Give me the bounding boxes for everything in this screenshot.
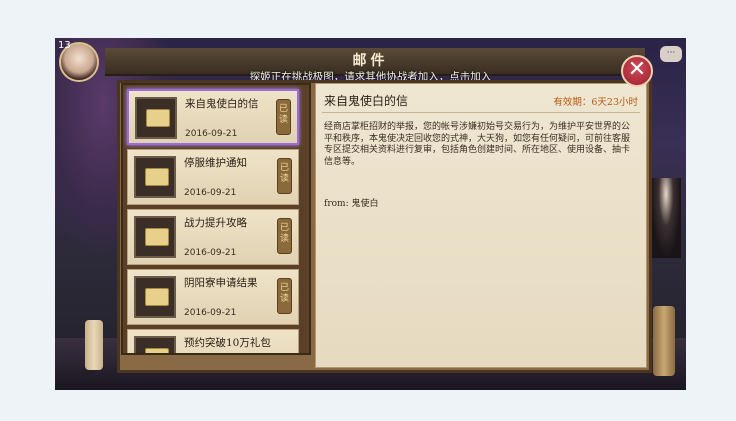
mail-sender: from: 鬼使白 (324, 199, 379, 209)
mail-list[interactable]: 来自鬼使白的信 2016-09-21 已读 停服维护通知 2016-09-21 … (121, 83, 311, 355)
mail-item-date: 2016-09-21 (184, 308, 237, 318)
envelope-icon (134, 336, 176, 353)
window-title: 邮件 (352, 53, 389, 69)
envelope-icon (134, 156, 176, 198)
read-status-badge: 已读 (277, 278, 292, 314)
read-status-badge: 已读 (277, 158, 292, 194)
scroll-decoration-left (85, 320, 103, 370)
scroll-decoration-right (653, 306, 675, 376)
mail-detail-body: 经商店掌柜招财的举报，您的帐号涉嫌初始号交易行为，为维护平安世界的公平和秩序，本… (324, 122, 631, 167)
envelope-icon (134, 216, 176, 258)
mail-item-date: 2016-09-21 (184, 248, 237, 258)
close-icon[interactable]: ✕ (621, 55, 653, 87)
mail-item-title: 停服维护通知 (184, 157, 247, 169)
mail-item[interactable]: 阴阳寮申请结果 2016-09-21 已读 (127, 269, 299, 325)
mail-item-title: 预约突破10万礼包 (184, 337, 271, 349)
mail-item-title: 战力提升攻略 (184, 217, 247, 229)
mail-item-title: 阴阳寮申请结果 (184, 277, 258, 289)
mail-item-title: 来自鬼使白的信 (185, 98, 259, 110)
divider (322, 112, 640, 113)
envelope-icon (135, 97, 177, 139)
mail-detail-title: 来自鬼使白的信 (324, 94, 409, 108)
read-status-badge: 已读 (277, 218, 292, 254)
mail-item[interactable]: 停服维护通知 2016-09-21 已读 (127, 149, 299, 205)
read-status-badge: 已读 (276, 99, 291, 135)
mail-item[interactable]: 战力提升攻略 2016-09-21 已读 (127, 209, 299, 265)
mail-item-date: 2016-09-21 (184, 188, 237, 198)
mail-item[interactable]: 预约突破10万礼包 (127, 329, 299, 353)
npc-character (651, 178, 681, 258)
game-scene: 13 ··· 邮件 探姬正在挑战极图，请求其他协战者加入，点击加入 来自鬼使白的… (55, 38, 686, 390)
mail-validity: 有效期：6天23小时 (553, 97, 638, 108)
mail-detail-panel: 来自鬼使白的信 有效期：6天23小时 经商店掌柜招财的举报，您的帐号涉嫌初始号交… (315, 83, 647, 368)
mail-item-date: 2016-09-21 (185, 129, 238, 139)
mail-item[interactable]: 来自鬼使白的信 2016-09-21 已读 (127, 89, 299, 145)
envelope-icon (134, 276, 176, 318)
